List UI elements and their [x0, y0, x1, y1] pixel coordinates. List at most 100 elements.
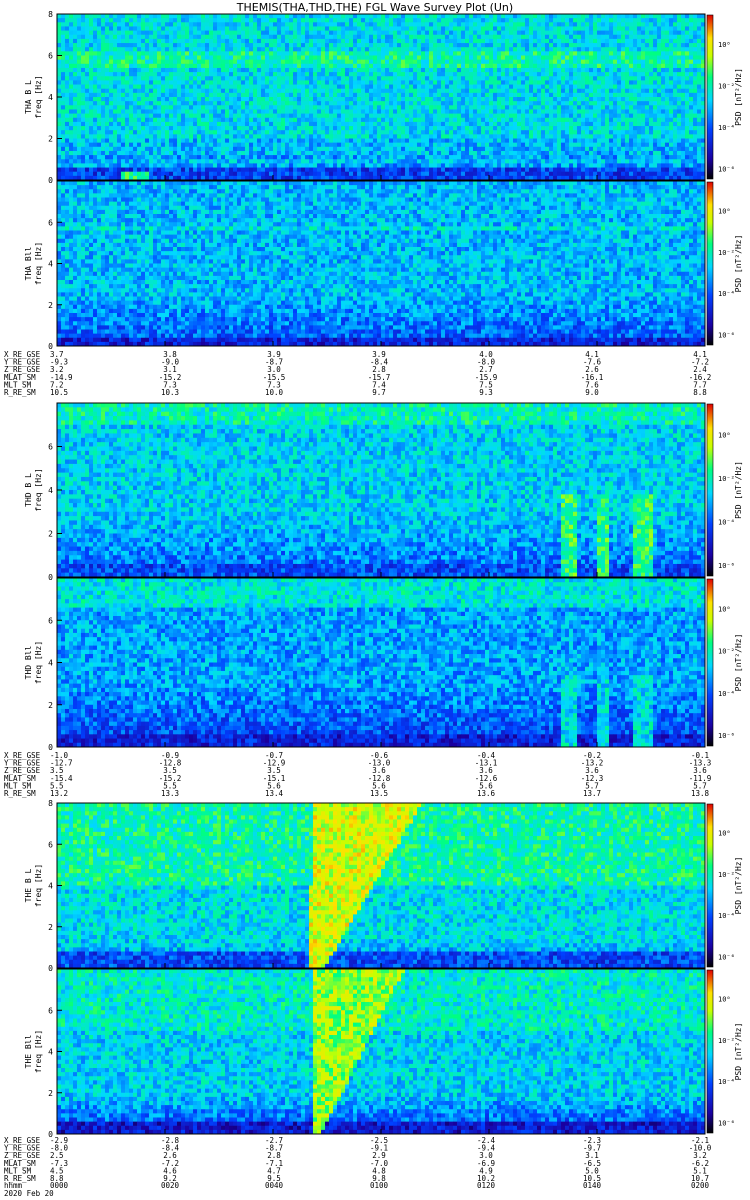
heatmap-cell [669, 22, 673, 27]
heatmap-cell [105, 22, 109, 27]
heatmap-cell [629, 26, 633, 31]
heatmap-cell [589, 35, 593, 40]
heatmap-cell [661, 18, 665, 23]
heatmap-cell [173, 35, 177, 40]
heatmap-cell [297, 18, 301, 23]
heatmap-cell [581, 14, 585, 19]
heatmap-cell [549, 22, 553, 27]
heatmap-cell [57, 31, 61, 36]
heatmap-cell [73, 22, 77, 27]
heatmap-cell [189, 22, 193, 27]
heatmap-cell [545, 26, 549, 31]
heatmap-cell [241, 14, 245, 19]
heatmap-cell [205, 22, 209, 27]
heatmap-cell [85, 26, 89, 31]
heatmap-cell [385, 31, 389, 36]
heatmap-cell [601, 18, 605, 23]
heatmap-cell [353, 22, 357, 27]
heatmap-cell [581, 26, 585, 31]
heatmap-cell [541, 14, 545, 19]
heatmap-cell [313, 18, 317, 23]
heatmap-cell [461, 18, 465, 23]
heatmap-cell [653, 22, 657, 27]
heatmap-cell [229, 35, 233, 40]
heatmap-cell [197, 35, 201, 40]
heatmap-cell [637, 35, 641, 40]
heatmap-cell [561, 14, 565, 19]
heatmap-cell [273, 26, 277, 31]
heatmap-cell [545, 35, 549, 40]
heatmap-cell [637, 22, 641, 27]
heatmap-cell [349, 26, 353, 31]
heatmap-cell [313, 14, 317, 19]
heatmap-cell [441, 31, 445, 36]
heatmap-cell [205, 18, 209, 23]
heatmap-cell [649, 18, 653, 23]
heatmap-cell [93, 35, 97, 40]
heatmap-cell [133, 35, 137, 40]
heatmap-cell [329, 35, 333, 40]
heatmap-cell [653, 35, 657, 40]
heatmap-cell [481, 26, 485, 31]
heatmap-cell [249, 14, 253, 19]
heatmap-cell [177, 18, 181, 23]
heatmap-cell [477, 35, 481, 40]
heatmap-cell [317, 22, 321, 27]
heatmap-cell [81, 26, 85, 31]
heatmap-cell [569, 22, 573, 27]
heatmap-cell [197, 22, 201, 27]
heatmap-cell [617, 35, 621, 40]
heatmap-cell [693, 18, 697, 23]
heatmap-cell [597, 22, 601, 27]
heatmap-cell [493, 18, 497, 23]
heatmap-cell [613, 31, 617, 36]
heatmap-cell [97, 35, 101, 40]
heatmap-cell [269, 14, 273, 19]
heatmap-cell [149, 22, 153, 27]
heatmap-cell [437, 35, 441, 40]
heatmap-cell [409, 22, 413, 27]
heatmap-cell [241, 22, 245, 27]
heatmap-cell [225, 31, 229, 36]
heatmap-cell [221, 18, 225, 23]
heatmap-cell [505, 18, 509, 23]
heatmap-cell [677, 35, 681, 40]
heatmap-cell [369, 31, 373, 36]
heatmap-cell [565, 22, 569, 27]
heatmap-cell [265, 31, 269, 36]
heatmap-cell [653, 31, 657, 36]
heatmap-cell [505, 31, 509, 36]
heatmap-cell [81, 35, 85, 40]
heatmap-cell [533, 26, 537, 31]
heatmap-cell [485, 35, 489, 40]
heatmap-cell [697, 22, 701, 27]
heatmap-cell [469, 18, 473, 23]
heatmap-cell [645, 14, 649, 19]
heatmap-cell [165, 35, 169, 40]
heatmap-cell [253, 18, 257, 23]
heatmap-cell [477, 14, 481, 19]
heatmap-cell [293, 26, 297, 31]
heatmap-cell [361, 22, 365, 27]
heatmap-cell [209, 26, 213, 31]
heatmap-cell [105, 31, 109, 36]
heatmap-cell [345, 35, 349, 40]
heatmap-cell [565, 35, 569, 40]
heatmap-cell [77, 26, 81, 31]
heatmap-cell [613, 26, 617, 31]
heatmap-cell [673, 14, 677, 19]
heatmap-cell [105, 35, 109, 40]
heatmap-cell [393, 26, 397, 31]
heatmap-cell [353, 14, 357, 19]
heatmap-cell [469, 14, 473, 19]
heatmap-cell [149, 26, 153, 31]
heatmap-cell [129, 35, 133, 40]
heatmap-cell [589, 18, 593, 23]
heatmap-cell [121, 39, 125, 44]
heatmap-cell [401, 18, 405, 23]
heatmap-cell [177, 22, 181, 27]
heatmap-cell [581, 18, 585, 23]
heatmap-cell [321, 18, 325, 23]
heatmap-cell [645, 31, 649, 36]
heatmap-cell [173, 26, 177, 31]
